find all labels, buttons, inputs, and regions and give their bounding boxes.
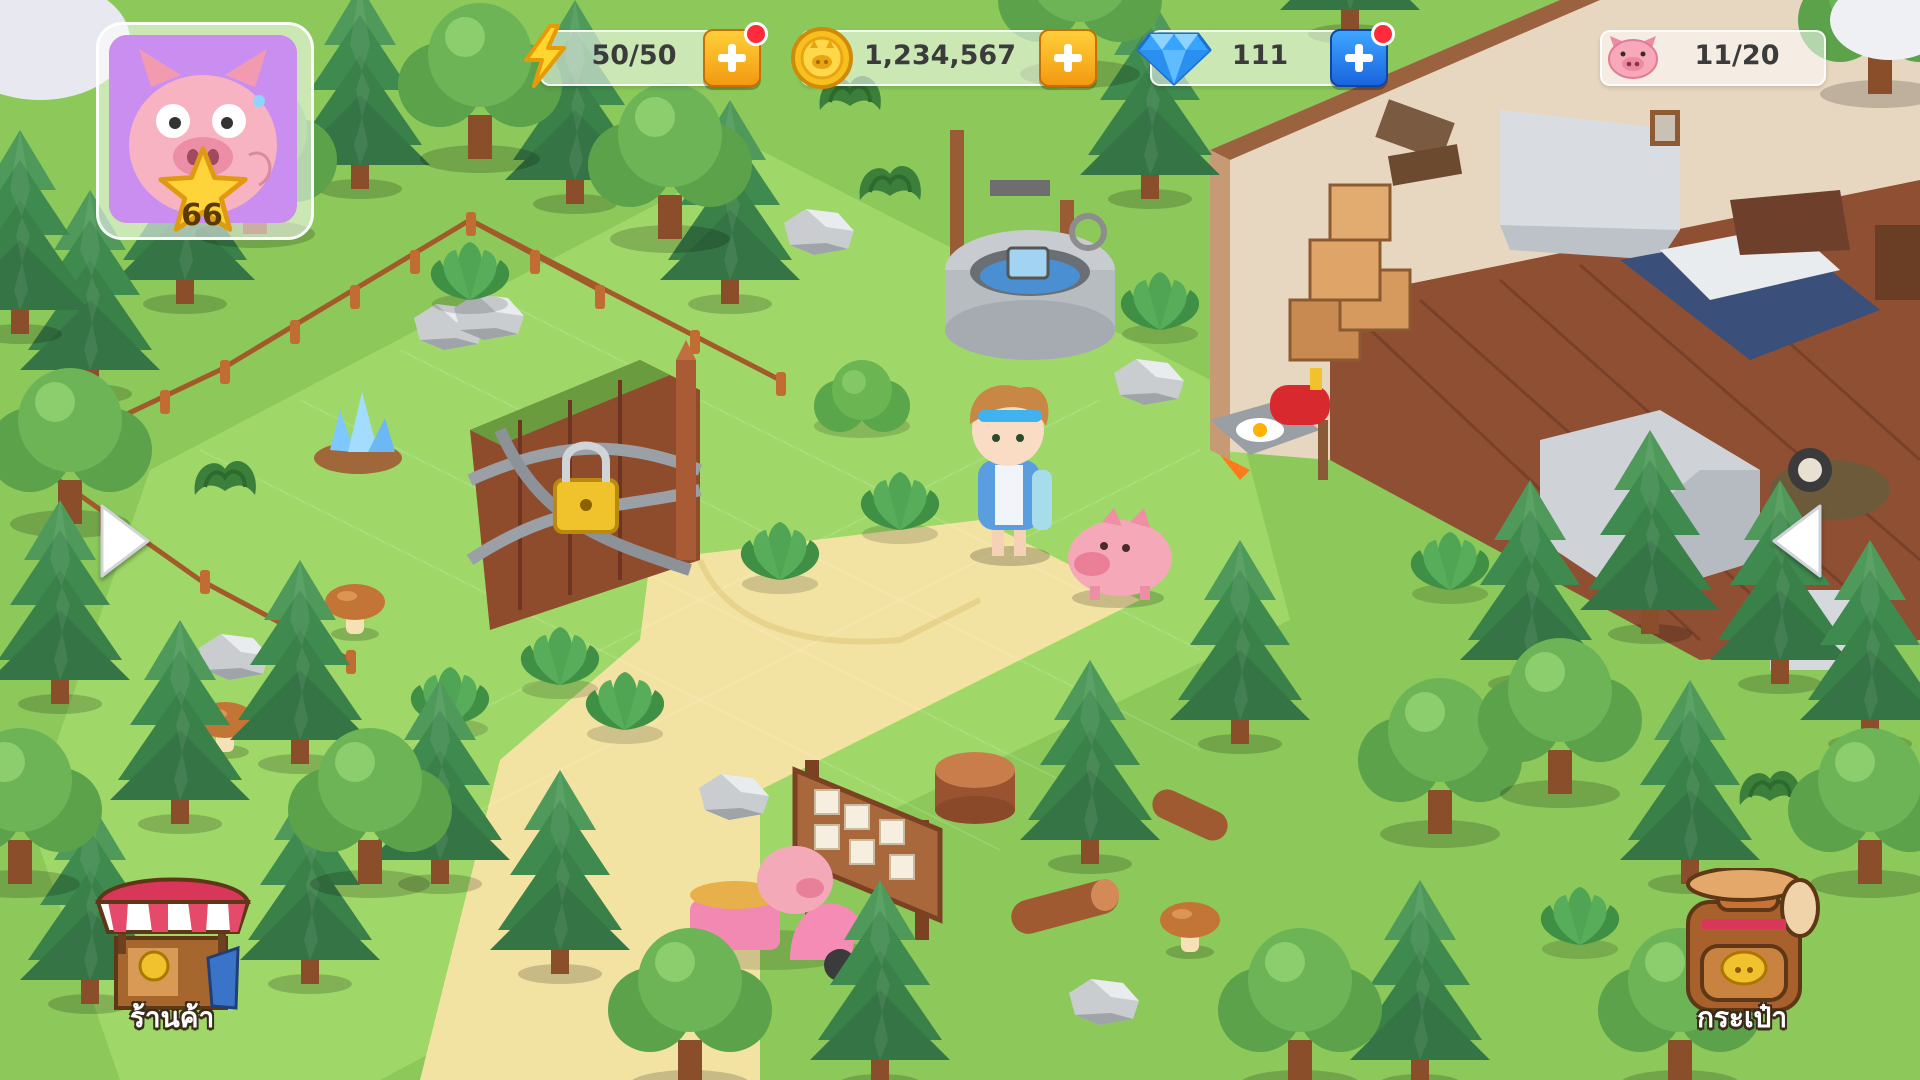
- pig-face-icon: [1608, 36, 1658, 79]
- pig-count-value: 11/20: [1694, 40, 1780, 71]
- pig-coin-icon: [791, 27, 853, 89]
- bag-label: กระเป๋า: [1696, 1001, 1788, 1034]
- diamond-icon: [1136, 32, 1212, 86]
- shop-button[interactable]: ร้านค้า: [88, 868, 258, 1038]
- player-level: 66: [181, 198, 223, 233]
- scroll-left-arrow-icon[interactable]: [96, 500, 154, 582]
- tree-stump[interactable]: [935, 752, 1015, 824]
- gem-value: 111: [1231, 40, 1289, 71]
- add-energy-button[interactable]: [703, 22, 768, 87]
- energy-value: 50/50: [591, 40, 677, 71]
- add-gems-button[interactable]: [1330, 22, 1395, 87]
- add-coins-button[interactable]: [1039, 29, 1097, 87]
- notification-dot: [744, 22, 768, 46]
- coin-value: 1,234,567: [863, 40, 1017, 71]
- bag-button[interactable]: กระเป๋า: [1658, 866, 1828, 1038]
- scroll-right-arrow-icon[interactable]: [1768, 500, 1826, 582]
- shop-label: ร้านค้า: [129, 1001, 215, 1034]
- lightning-icon: [524, 24, 566, 88]
- notification-dot: [1371, 22, 1395, 46]
